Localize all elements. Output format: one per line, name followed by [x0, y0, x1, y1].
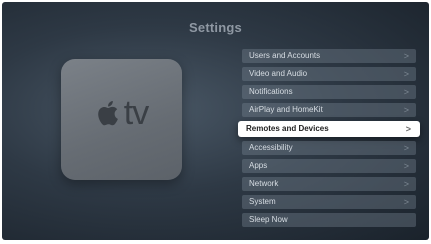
tv-settings-screen: Settings tv Users and Accounts > Video and…	[2, 2, 429, 240]
chevron-right-icon: >	[405, 124, 411, 134]
menu-item-system[interactable]: System >	[242, 195, 416, 209]
menu-item-users-and-accounts[interactable]: Users and Accounts >	[242, 49, 416, 63]
chevron-right-icon: >	[403, 197, 409, 207]
menu-item-label: System	[249, 197, 276, 206]
menu-item-label: Remotes and Devices	[246, 124, 329, 133]
menu-item-remotes-and-devices[interactable]: Remotes and Devices >	[238, 121, 420, 137]
menu-item-label: Network	[249, 179, 279, 188]
apple-logo-icon	[97, 101, 118, 126]
menu-item-label: Sleep Now	[249, 215, 288, 224]
tv-wordmark: tv	[123, 94, 149, 132]
apple-tv-tile: tv	[61, 59, 182, 180]
chevron-right-icon: >	[403, 105, 409, 115]
menu-item-label: Notifications	[249, 87, 293, 96]
chevron-right-icon: >	[403, 143, 409, 153]
menu-item-label: Apps	[249, 161, 268, 170]
chevron-right-icon: >	[403, 179, 409, 189]
menu-item-video-and-audio[interactable]: Video and Audio >	[242, 67, 416, 81]
screen: Settings tv Users and Accounts > Video and…	[0, 0, 431, 244]
menu-item-sleep-now[interactable]: Sleep Now	[242, 213, 416, 227]
menu-item-label: Users and Accounts	[249, 51, 321, 60]
menu-item-accessibility[interactable]: Accessibility >	[242, 141, 416, 155]
menu-item-label: Video and Audio	[249, 69, 308, 78]
menu-item-label: AirPlay and HomeKit	[249, 105, 323, 114]
menu-item-apps[interactable]: Apps >	[242, 159, 416, 173]
chevron-right-icon: >	[403, 87, 409, 97]
apple-tv-logo: tv	[61, 96, 182, 130]
page-title: Settings	[189, 20, 242, 35]
chevron-right-icon: >	[403, 51, 409, 61]
chevron-right-icon: >	[403, 161, 409, 171]
menu-item-label: Accessibility	[249, 143, 293, 152]
settings-menu: Users and Accounts > Video and Audio > Notif…	[238, 49, 420, 231]
menu-item-network[interactable]: Network >	[242, 177, 416, 191]
menu-item-airplay-and-homekit[interactable]: AirPlay and HomeKit >	[242, 103, 416, 117]
menu-item-notifications[interactable]: Notifications >	[242, 85, 416, 99]
chevron-right-icon: >	[403, 69, 409, 79]
